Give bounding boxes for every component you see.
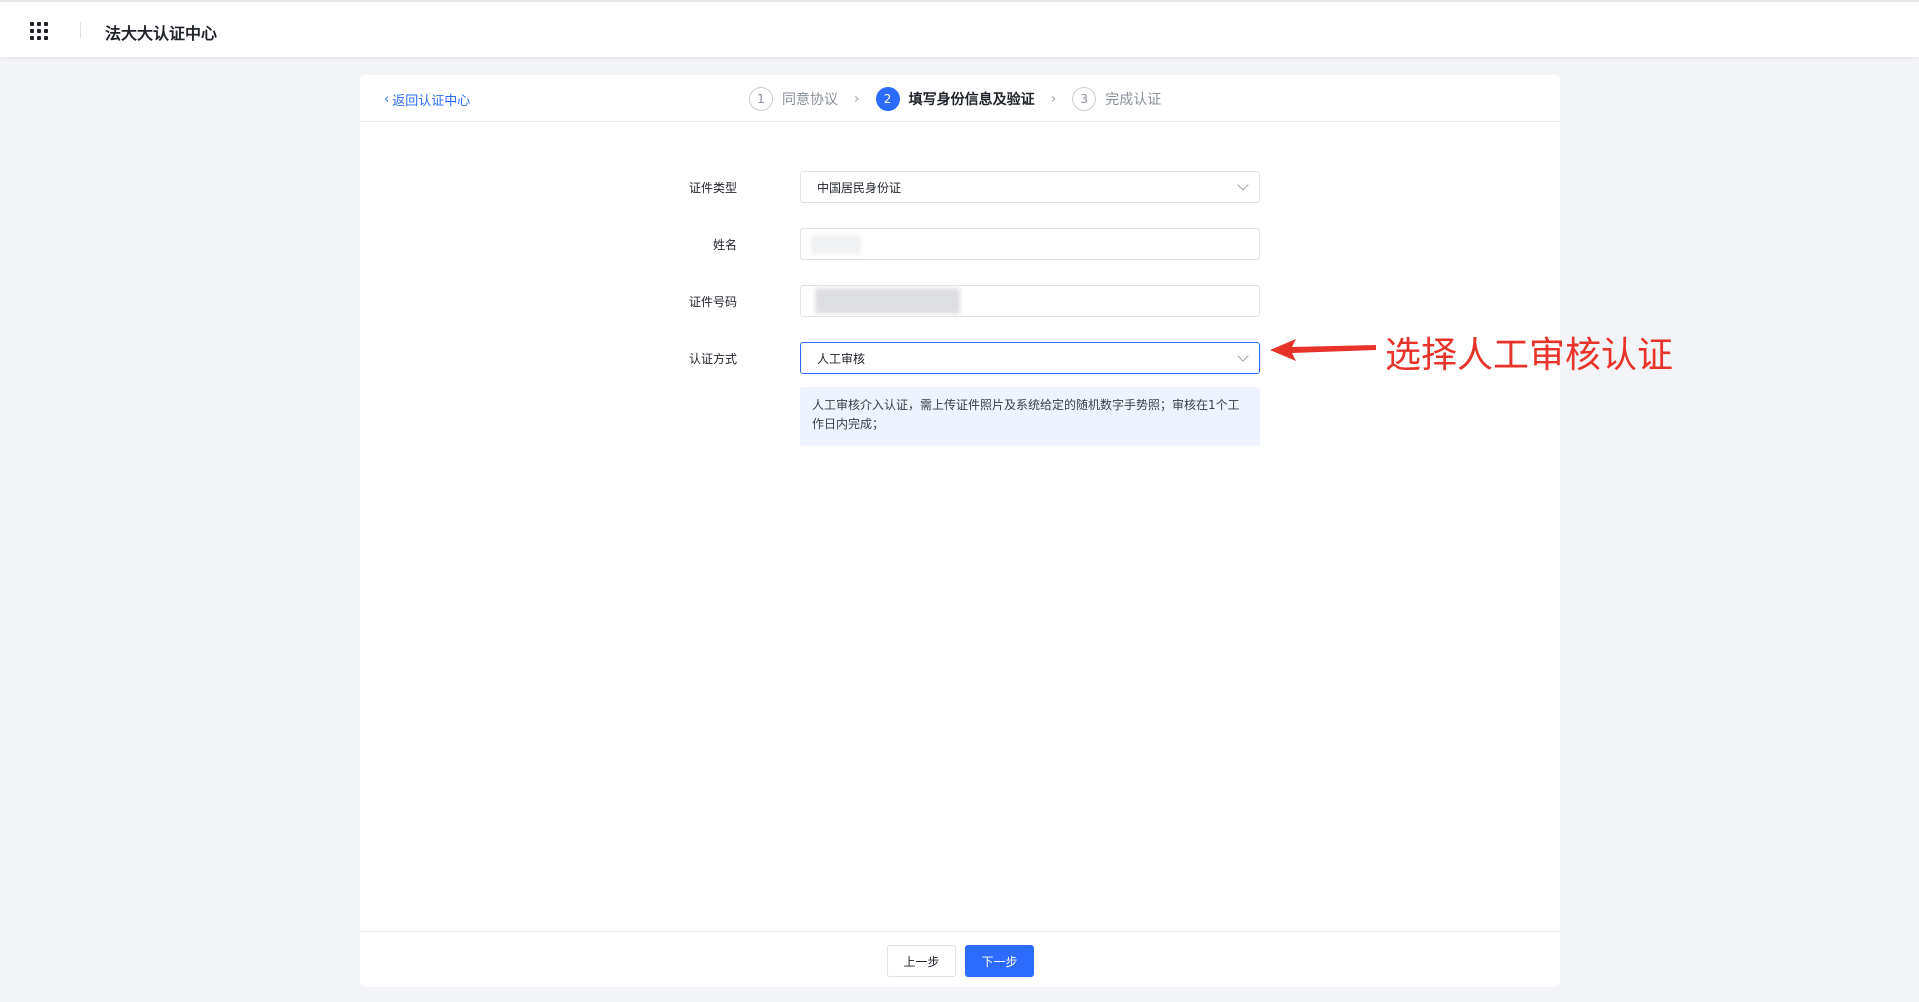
name-input[interactable] xyxy=(800,228,1260,260)
back-link-label: 返回认证中心 xyxy=(392,94,471,109)
chevron-down-icon xyxy=(1237,179,1249,191)
chevron-right-icon: › xyxy=(1050,91,1057,107)
topbar-divider xyxy=(80,22,81,38)
card-header: ‹ 返回认证中心 1 同意协议 › 2 填写身份信息及验证 › 3 完成认证 xyxy=(360,75,1560,122)
app-title: 法大大认证中心 xyxy=(105,24,218,43)
step-agree: 1 同意协议 xyxy=(749,87,838,111)
chevron-right-icon: › xyxy=(854,91,860,107)
step-label: 同意协议 xyxy=(782,92,838,108)
step-number: 1 xyxy=(749,87,773,111)
redacted-name xyxy=(811,235,861,255)
step-fill-info: 2 填写身份信息及验证 xyxy=(875,87,1035,111)
chevron-down-icon xyxy=(1237,350,1249,362)
name-label: 姓名 xyxy=(712,238,737,252)
chevron-left-icon: ‹ xyxy=(384,92,390,107)
auth-method-hint: 人工审核介入认证，需上传证件照片及系统给定的随机数字手势照；审核在1个工作日内完… xyxy=(800,387,1260,446)
id-type-value: 中国居民身份证 xyxy=(817,180,902,195)
auth-method-select[interactable]: 人工审核 xyxy=(800,342,1260,374)
redacted-id-number xyxy=(815,288,960,314)
id-type-label: 证件类型 xyxy=(688,181,737,195)
step-label: 填写身份信息及验证 xyxy=(908,92,1035,108)
id-number-label: 证件号码 xyxy=(688,295,737,309)
grid-apps-icon[interactable] xyxy=(30,22,49,41)
step-label: 完成认证 xyxy=(1105,92,1162,108)
footer-divider xyxy=(360,931,1560,932)
id-type-select[interactable]: 中国居民身份证 xyxy=(800,171,1260,203)
stepper: 1 同意协议 › 2 填写身份信息及验证 › 3 完成认证 xyxy=(749,86,1161,112)
step-complete: 3 完成认证 xyxy=(1072,87,1161,111)
next-step-button[interactable]: 下一步 xyxy=(965,945,1034,977)
auth-method-label: 认证方式 xyxy=(688,352,737,366)
auth-method-value: 人工审核 xyxy=(817,351,866,366)
prev-step-button[interactable]: 上一步 xyxy=(887,945,956,977)
annotation-arrow-icon xyxy=(1270,339,1376,361)
id-number-input[interactable] xyxy=(800,285,1260,317)
top-bar: 法大大认证中心 xyxy=(0,0,1919,57)
back-to-center-link[interactable]: ‹ 返回认证中心 xyxy=(384,90,470,109)
step-number: 3 xyxy=(1072,87,1097,111)
main-card: ‹ 返回认证中心 1 同意协议 › 2 填写身份信息及验证 › 3 完成认证 证… xyxy=(360,75,1560,987)
step-number: 2 xyxy=(875,87,900,111)
annotation-text: 选择人工审核认证 xyxy=(1385,335,1674,376)
